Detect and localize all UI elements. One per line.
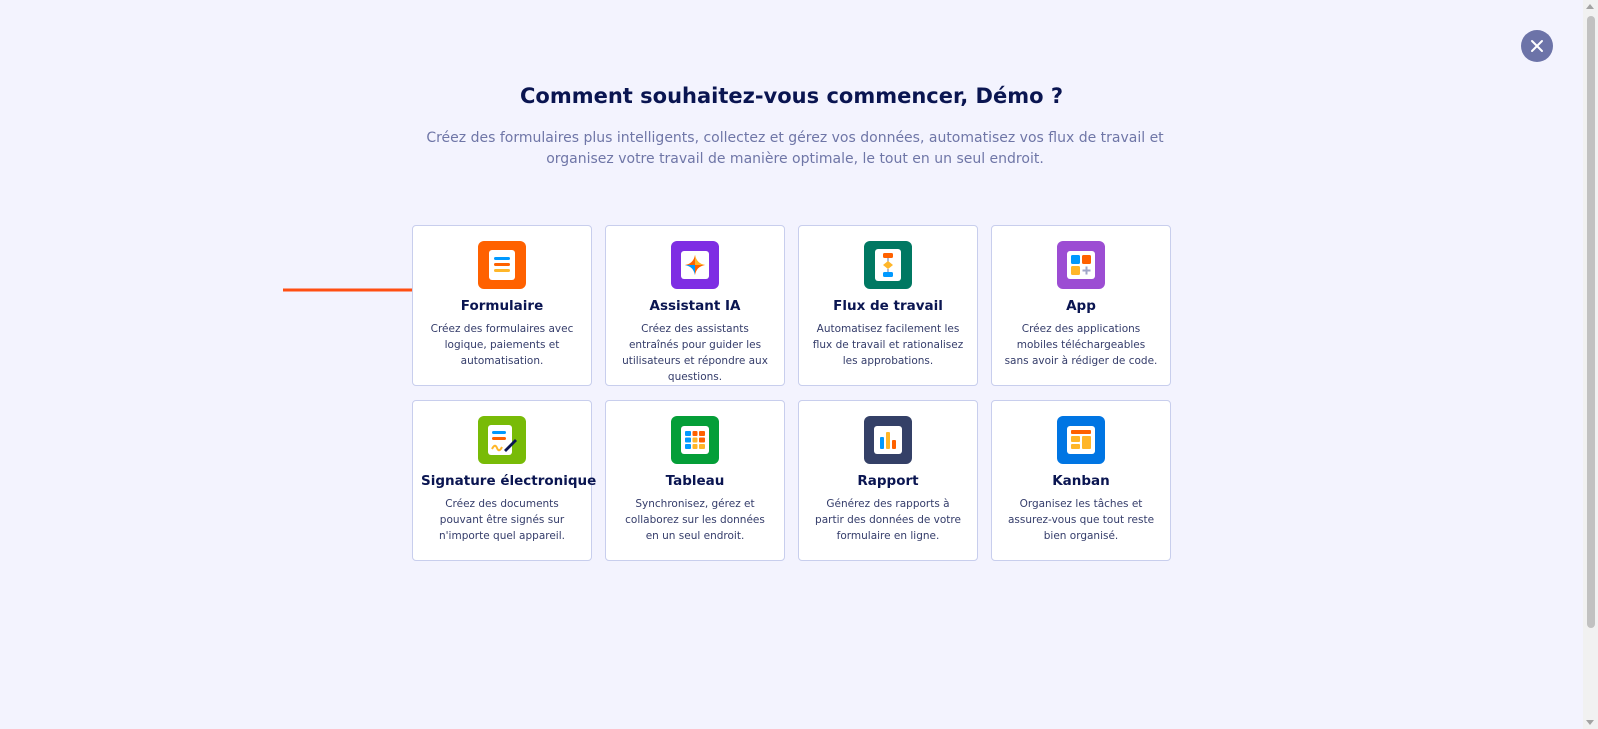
scroll-down-icon[interactable] [1586,720,1594,725]
form-icon [478,241,526,289]
scrollbar-thumb[interactable] [1587,16,1595,628]
option-description: Automatisez facilement les flux de trava… [812,323,964,367]
option-description: Créez des applications mobiles télécharg… [1004,323,1158,367]
option-description: Créez des formulaires avec logique, paie… [430,323,574,367]
option-description: Créez des assistants entraînés pour guid… [622,323,768,383]
app-icon [1057,241,1105,289]
option-title: Kanban [1052,473,1110,489]
option-card-rapport[interactable]: Rapport Générez des rapports à partir de… [798,400,978,561]
option-description: Générez des rapports à partir des donnée… [815,498,961,542]
report-icon [864,416,912,464]
option-card-assistant-ia[interactable]: Assistant IA Créez des assistants entraî… [605,225,785,386]
vertical-scrollbar[interactable] [1583,0,1598,729]
option-card-app[interactable]: App Créez des applications mobiles téléc… [991,225,1171,386]
table-icon [671,416,719,464]
option-title: Formulaire [460,298,544,314]
option-title: Assistant IA [649,298,741,314]
scroll-up-icon[interactable] [1586,4,1594,9]
option-card-signature-electronique[interactable]: Signature électronique Créez des documen… [412,400,597,561]
workflow-icon [864,241,912,289]
option-description: Créez des documents pouvant être signés … [439,498,565,542]
kanban-icon [1057,416,1105,464]
signature-icon [478,416,526,464]
option-card-kanban[interactable]: Kanban Organisez les tâches et assurez-v… [991,400,1171,561]
option-card-flux-de-travail[interactable]: Flux de travail Automatisez facilement l… [798,225,978,386]
start-options-modal: Comment souhaitez-vous commencer, Démo ?… [0,0,1598,729]
ai-sparkle-icon [671,241,719,289]
close-icon [1531,40,1543,52]
option-description: Synchronisez, gérez et collaborez sur le… [625,498,765,542]
options-grid: Formulaire Créez des formulaires avec lo… [412,225,1171,561]
close-button[interactable] [1521,30,1553,62]
option-title: Signature électronique [421,473,597,489]
option-card-formulaire[interactable]: Formulaire Créez des formulaires avec lo… [412,225,592,386]
option-title: Rapport [857,473,919,489]
option-card-tableau[interactable]: Tableau Synchronisez, gérez et collabore… [605,400,785,561]
option-title: App [1066,298,1096,314]
page-subtitle: Créez des formulaires plus intelligents,… [426,130,1164,167]
option-description: Organisez les tâches et assurez-vous que… [1007,498,1155,542]
option-title: Flux de travail [833,298,943,314]
page-title: Comment souhaitez-vous commencer, Démo ? [520,84,1063,108]
option-title: Tableau [665,473,725,489]
